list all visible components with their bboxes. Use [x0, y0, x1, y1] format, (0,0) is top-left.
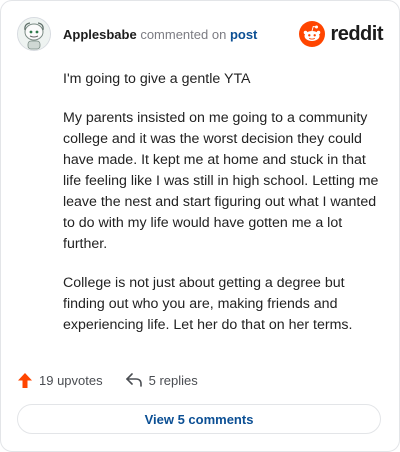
- reply-count: 5 replies: [148, 372, 198, 388]
- comment-header: Applesbabe commented on post reddit: [17, 15, 383, 53]
- username-link[interactable]: Applesbabe: [63, 27, 137, 42]
- upvote-arrow-icon: [18, 372, 32, 388]
- reply-button[interactable]: 5 replies: [125, 372, 198, 388]
- upvote-count: 19 upvotes: [39, 372, 103, 388]
- comment-paragraph: College is not just about getting a degr…: [63, 275, 353, 333]
- post-link[interactable]: post: [230, 27, 257, 42]
- comment-body: I'm going to give a gentle YTA My parent…: [63, 69, 385, 354]
- brand-wordmark: reddit: [330, 22, 383, 45]
- reddit-snoo-icon: [299, 21, 326, 47]
- view-comments-label: View 5 comments: [144, 411, 254, 427]
- reply-arrow-icon: [125, 373, 142, 387]
- comment-card: Applesbabe commented on post reddit I'm …: [0, 0, 400, 452]
- comment-actions: 19 upvotes 5 replies: [17, 369, 198, 391]
- user-avatar-icon[interactable]: [17, 17, 51, 51]
- comment-meta: Applesbabe commented on post: [63, 27, 257, 42]
- upvote-button[interactable]: 19 upvotes: [17, 372, 103, 389]
- view-comments-button[interactable]: View 5 comments: [17, 404, 381, 434]
- action-text: commented on: [140, 26, 227, 42]
- reddit-logo[interactable]: reddit: [299, 21, 383, 47]
- comment-paragraph: My parents insisted on me going to a com…: [63, 110, 379, 252]
- comment-paragraph: I'm going to give a gentle YTA: [63, 71, 251, 87]
